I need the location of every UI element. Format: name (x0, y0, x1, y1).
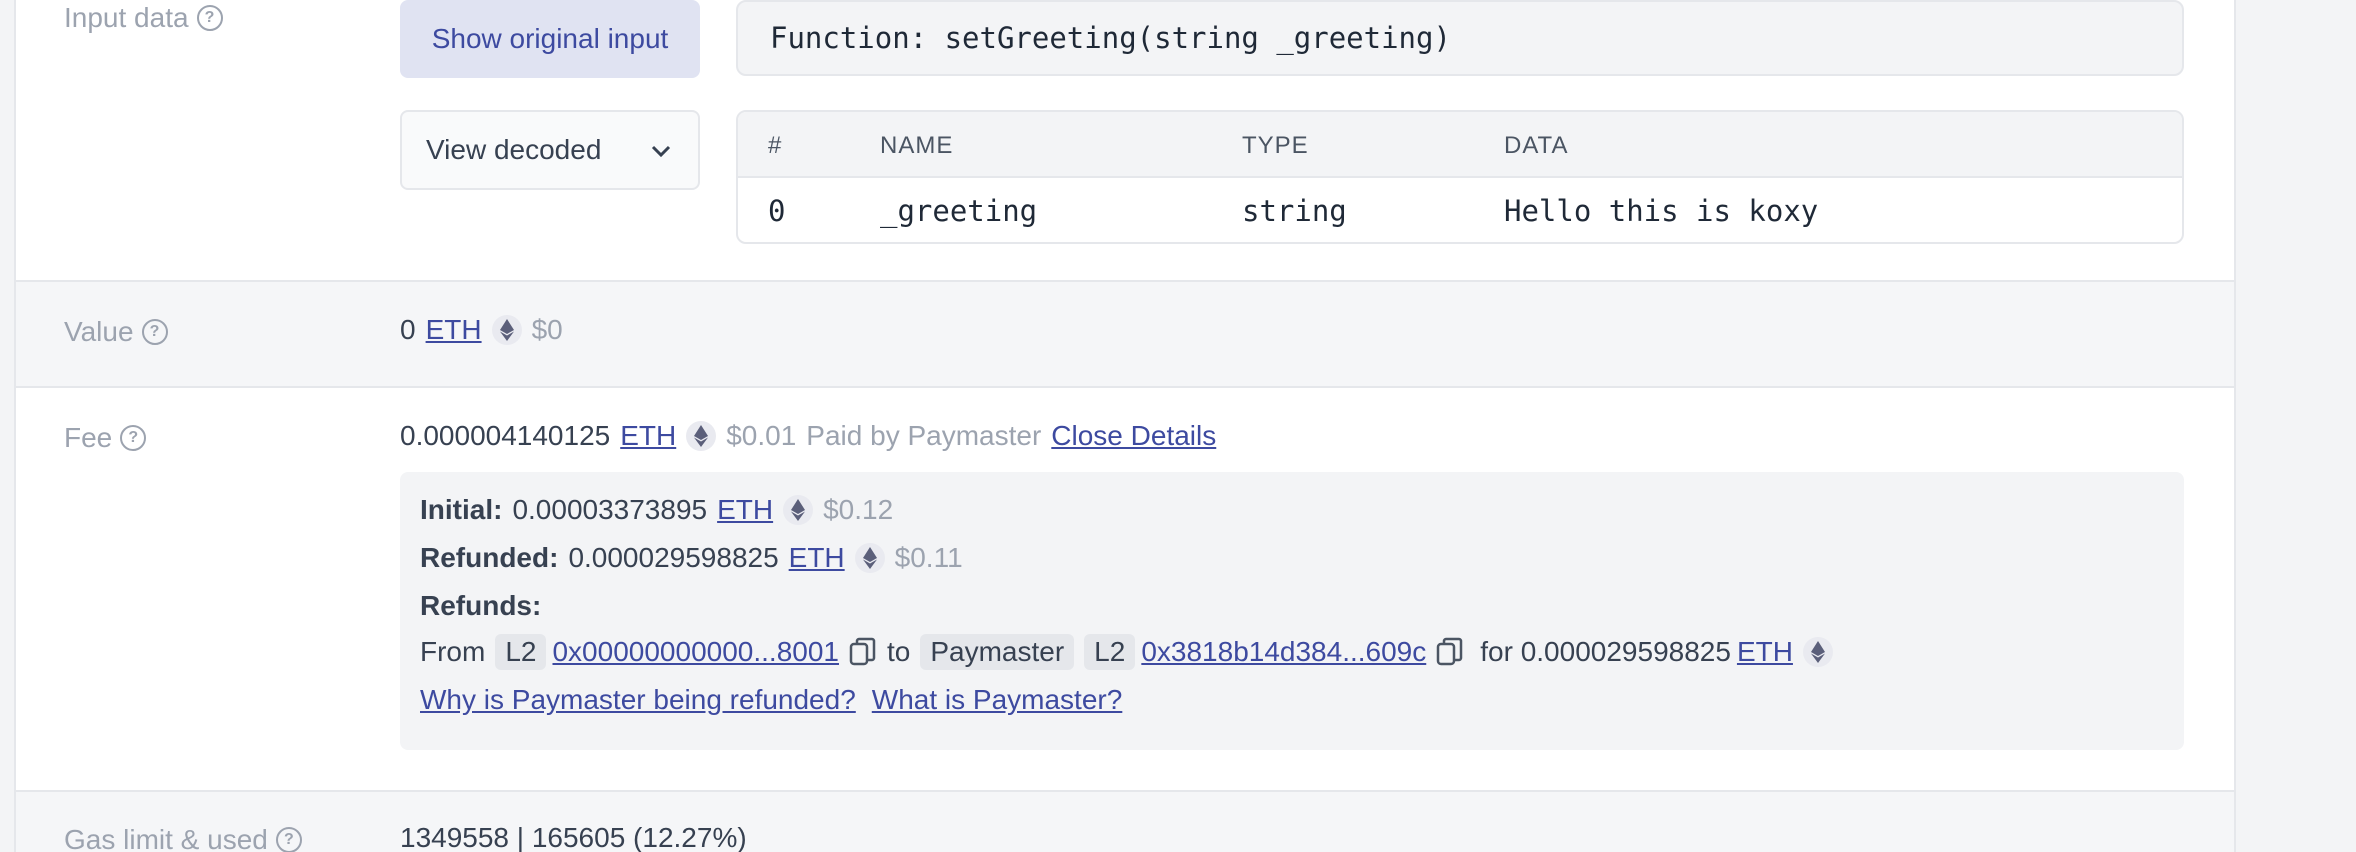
refunded-usd: $0.11 (894, 542, 963, 573)
fee-row: Fee ? 0.000004140125 ETH $0.01 Paid by P… (16, 388, 2234, 792)
gas-label: Gas limit & used (64, 824, 268, 852)
fee-details-panel: Initial: 0.00003373895 ETH $0.12 Refunde… (400, 472, 2184, 750)
refunded-line: Refunded: 0.000029598825 ETH $0.11 (420, 542, 963, 574)
arg-name: _greeting (880, 194, 1038, 228)
refund-for-text: for 0.000029598825 (1480, 636, 1731, 667)
eth-link[interactable]: ETH (1737, 636, 1793, 668)
gas-label-wrap: Gas limit & used ? (64, 824, 302, 852)
show-original-input-button[interactable]: Show original input (400, 0, 700, 78)
eth-icon (783, 495, 814, 525)
gas-row: Gas limit & used ? 1349558 | 165605 (12.… (16, 792, 2234, 852)
header-name: NAME (880, 132, 954, 159)
refunds-label: Refunds: (420, 590, 542, 621)
eth-link[interactable]: ETH (789, 542, 845, 574)
refund-transfer-line: From L2 0x00000000000...8001 to Paymaste… (420, 634, 1833, 670)
help-icon[interactable]: ? (141, 319, 168, 345)
header-data: DATA (1504, 132, 1569, 159)
eth-icon (1802, 637, 1833, 667)
initial-line: Initial: 0.00003373895 ETH $0.12 (420, 494, 893, 526)
help-icon[interactable]: ? (196, 5, 223, 31)
what-is-paymaster-link[interactable]: What is Paymaster? (872, 684, 1123, 716)
value-amount: 0 (400, 314, 416, 345)
initial-usd: $0.12 (823, 494, 894, 525)
value-row: Value ? 0 ETH $0 (16, 282, 2234, 388)
value-label-wrap: Value ? (64, 316, 168, 348)
decoded-arguments-table: # NAME TYPE DATA 0 _greeting string Hell… (736, 110, 2184, 244)
refunded-label: Refunded: (420, 542, 559, 573)
to-word: to (886, 636, 911, 667)
paymaster-tag: Paymaster (920, 634, 1075, 670)
value-line: 0 ETH $0 (400, 314, 563, 346)
value-usd: $0 (531, 314, 563, 345)
fee-amount: 0.000004140125 (400, 420, 611, 451)
from-word: From (420, 636, 486, 667)
eth-link[interactable]: ETH (426, 314, 482, 346)
eth-link[interactable]: ETH (717, 494, 773, 526)
transaction-details-card: Input data ? Show original input Functio… (14, 0, 2236, 852)
why-paymaster-refunded-link[interactable]: Why is Paymaster being refunded? (420, 684, 856, 716)
fee-usd: $0.01 (726, 420, 797, 451)
to-layer-badge: L2 (1084, 634, 1136, 670)
eth-icon (491, 315, 522, 345)
close-details-link[interactable]: Close Details (1051, 420, 1216, 452)
table-row: 0 _greeting string Hello this is koxy (738, 178, 2182, 242)
help-icon[interactable]: ? (120, 425, 147, 451)
input-data-row: Input data ? Show original input Functio… (16, 0, 2234, 282)
fee-label: Fee (64, 422, 113, 453)
value-label: Value (64, 316, 134, 347)
fee-label-wrap: Fee ? (64, 422, 147, 454)
help-icon[interactable]: ? (275, 827, 302, 852)
view-mode-select[interactable]: View decoded (400, 110, 700, 190)
arg-type: string (1242, 194, 1347, 228)
arg-index: 0 (768, 194, 786, 228)
gas-value: 1349558 | 165605 (12.27%) (400, 822, 747, 852)
from-address-link[interactable]: 0x00000000000...8001 (552, 636, 839, 668)
eth-icon (686, 421, 717, 451)
from-layer-badge: L2 (495, 634, 547, 670)
refunded-amount: 0.000029598825 (568, 542, 779, 573)
copy-icon[interactable] (849, 637, 877, 667)
header-index: # (768, 132, 783, 159)
initial-label: Initial: (420, 494, 503, 525)
fee-line: 0.000004140125 ETH $0.01 Paid by Paymast… (400, 420, 1216, 452)
input-data-label-wrap: Input data ? (64, 2, 223, 34)
arg-data: Hello this is koxy (1504, 194, 1819, 228)
function-signature: Function: setGreeting(string _greeting) (736, 0, 2184, 76)
input-data-label: Input data (64, 2, 189, 33)
paymaster-links-line: Why is Paymaster being refunded? What is… (420, 684, 1122, 716)
to-address-link[interactable]: 0x3818b14d384...609c (1141, 636, 1426, 668)
eth-icon (854, 543, 885, 573)
table-header: # NAME TYPE DATA (738, 112, 2182, 178)
refunds-heading-line: Refunds: (420, 590, 541, 622)
eth-link[interactable]: ETH (620, 420, 676, 452)
header-type: TYPE (1242, 132, 1309, 159)
copy-icon[interactable] (1436, 637, 1464, 667)
initial-amount: 0.00003373895 (512, 494, 708, 525)
paid-by-text: Paid by Paymaster (806, 420, 1042, 451)
chevron-down-icon (651, 145, 671, 158)
view-mode-value: View decoded (426, 134, 602, 165)
